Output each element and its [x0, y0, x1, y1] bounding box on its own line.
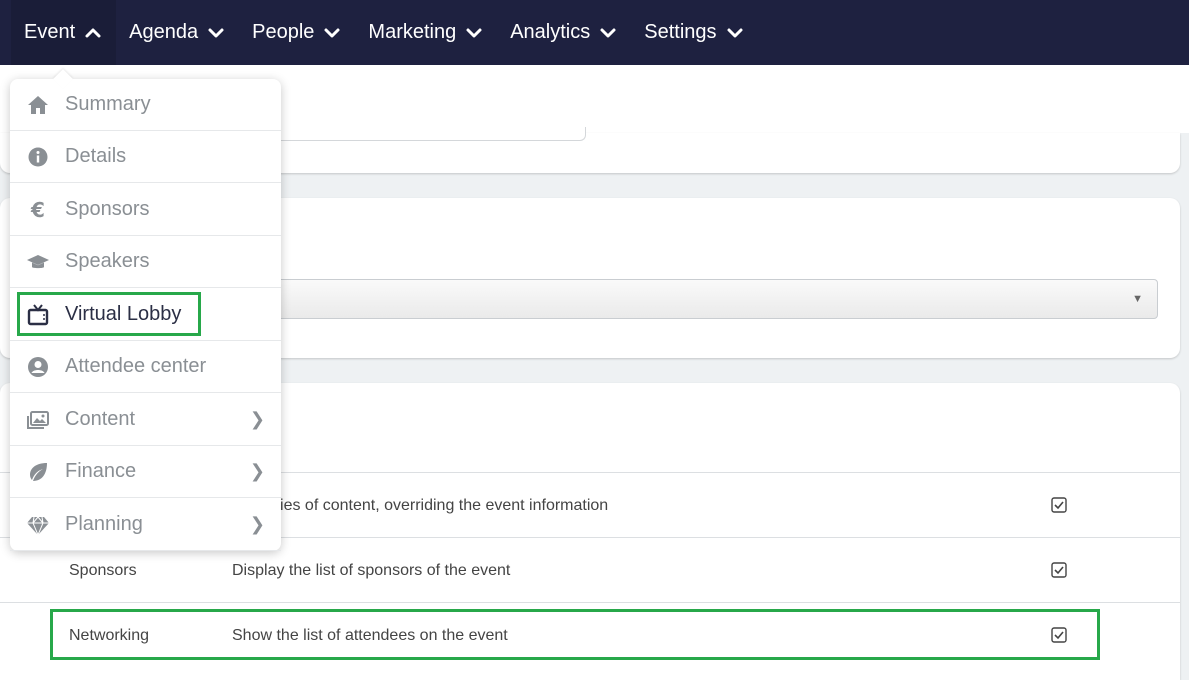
- nav-event[interactable]: Event: [11, 0, 117, 65]
- menu-item-virtual-lobby[interactable]: Virtual Lobby: [10, 289, 281, 341]
- info-circle-icon: [26, 145, 50, 169]
- gem-icon: [26, 513, 50, 537]
- chevron-down-icon: [725, 23, 745, 43]
- text-input[interactable]: [270, 127, 586, 141]
- table-row: Networking Show the list of attendees on…: [0, 602, 1180, 667]
- menu-item-label: Virtual Lobby: [65, 303, 182, 325]
- chevron-right-icon: ❯: [249, 461, 265, 481]
- nav-settings[interactable]: Settings: [631, 0, 757, 65]
- chevron-right-icon: ❯: [249, 409, 265, 429]
- graduation-cap-icon: [26, 250, 50, 274]
- chevron-down-icon: [322, 23, 342, 43]
- menu-item-finance[interactable]: Finance ❯: [10, 446, 281, 498]
- chevron-down-icon: [598, 23, 618, 43]
- menu-item-content[interactable]: Content ❯: [10, 394, 281, 446]
- nav-people-label: People: [252, 21, 315, 43]
- menu-item-label: Summary: [65, 93, 151, 115]
- nav-agenda-label: Agenda: [129, 21, 199, 43]
- select-dropdown[interactable]: ▼: [270, 279, 1158, 319]
- caret-down-icon: ▼: [1132, 293, 1143, 305]
- chevron-right-icon: ❯: [249, 514, 265, 534]
- chevron-down-icon: [206, 23, 226, 43]
- menu-item-label: Finance: [65, 460, 137, 482]
- row-description: y a series of content, overriding the ev…: [232, 497, 609, 514]
- leaf-icon: [26, 460, 50, 484]
- nav-analytics-label: Analytics: [510, 21, 591, 43]
- menu-item-attendee-center[interactable]: Attendee center: [10, 341, 281, 393]
- menu-item-label: Planning: [65, 513, 143, 535]
- menu-item-summary[interactable]: Summary: [10, 79, 281, 131]
- home-icon: [26, 93, 50, 117]
- nav-analytics[interactable]: Analytics: [497, 0, 631, 65]
- images-icon: [26, 408, 50, 432]
- chevron-down-icon: [464, 23, 484, 43]
- checkbox-checked-icon[interactable]: [1051, 562, 1067, 578]
- chevron-up-icon: [83, 23, 103, 43]
- user-circle-icon: [26, 355, 50, 379]
- nav-marketing[interactable]: Marketing: [355, 0, 497, 65]
- menu-item-details[interactable]: Details: [10, 131, 281, 183]
- svg-text:€: €: [30, 198, 45, 222]
- nav-agenda[interactable]: Agenda: [116, 0, 239, 65]
- menu-item-label: Speakers: [65, 250, 150, 272]
- event-dropdown-menu: Summary Details € Sponsors Speakers Virt…: [10, 69, 281, 551]
- nav-settings-label: Settings: [644, 21, 717, 43]
- menu-item-label: Attendee center: [65, 355, 207, 377]
- row-description: Show the list of attendees on the event: [232, 627, 508, 644]
- menu-item-label: Content: [65, 408, 136, 430]
- top-navigation-bar: Event Agenda People Marketing Analytics …: [0, 0, 1189, 65]
- menu-item-label: Sponsors: [65, 198, 150, 220]
- nav-event-label: Event: [24, 21, 76, 43]
- row-name: Networking: [69, 627, 150, 644]
- menu-item-sponsors[interactable]: € Sponsors: [10, 184, 281, 236]
- euro-icon: €: [26, 198, 50, 222]
- menu-item-label: Details: [65, 145, 127, 167]
- menu-item-planning[interactable]: Planning ❯: [10, 499, 281, 551]
- checkbox-checked-icon[interactable]: [1051, 497, 1067, 513]
- nav-marketing-label: Marketing: [368, 21, 457, 43]
- tv-icon: [26, 303, 50, 327]
- checkbox-checked-icon[interactable]: [1051, 627, 1067, 643]
- menu-item-speakers[interactable]: Speakers: [10, 236, 281, 288]
- nav-people[interactable]: People: [239, 0, 355, 65]
